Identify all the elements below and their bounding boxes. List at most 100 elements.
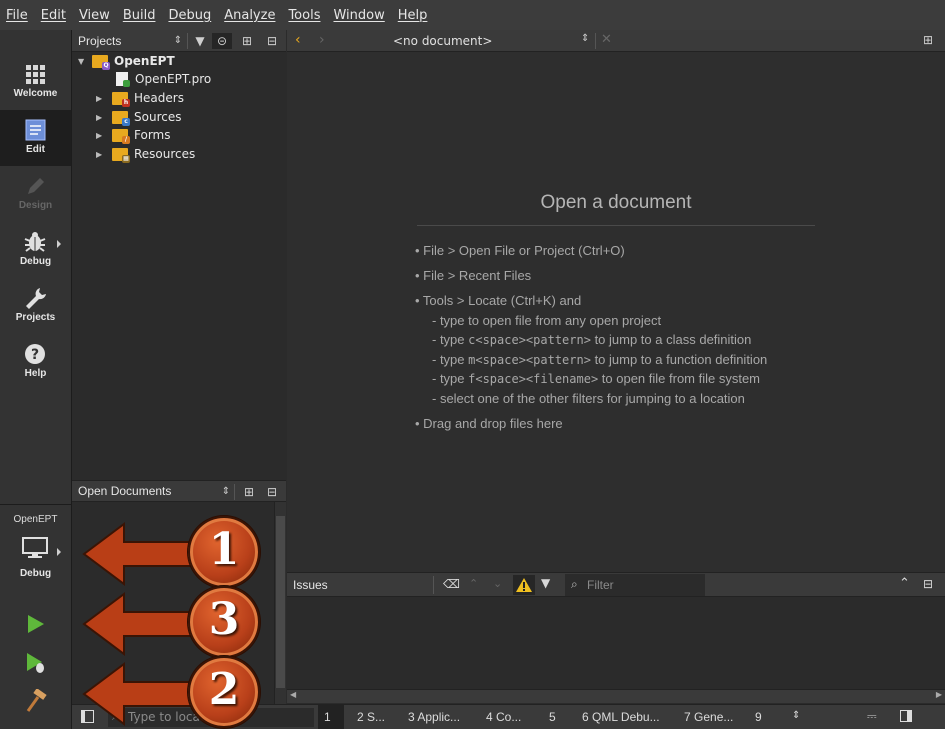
updown-icon[interactable]: ⇕ [581,33,589,44]
issues-list[interactable] [287,597,945,689]
menu-help[interactable]: Help [398,8,428,23]
toggle-right-sidebar-icon[interactable] [900,710,912,722]
output-tab-general[interactable]: 7 Gene... [684,710,733,724]
tree-item[interactable]: ▶ / Forms [96,126,170,144]
hammer-icon[interactable] [24,689,48,713]
split-icon[interactable]: ⊞ [923,33,933,47]
close-pane-icon[interactable]: ⊟ [923,577,933,591]
mode-projects[interactable]: Projects [0,278,71,334]
tip-filters: - select one of the other filters for ju… [432,391,745,406]
output-tab-application[interactable]: 3 Applic... [408,710,460,724]
menu-file[interactable]: File [6,8,28,23]
tree-item[interactable]: ▶ ▦ Resources [96,145,195,163]
welcome-title: Open a document [540,192,692,213]
expand-icon[interactable]: ▶ [96,150,106,159]
output-tab-5[interactable]: 5 [549,710,556,724]
filter-icon[interactable]: ▼ [192,33,208,49]
updown-icon[interactable]: ⇕ [220,484,232,500]
divider [0,504,71,505]
tree-item[interactable]: ▶ h Headers [96,89,184,107]
link-icon[interactable]: ⊝ [212,33,232,49]
callout-badge-3: 3 [188,586,260,658]
tip-locate-open: - type to open file from any open projec… [432,313,662,328]
callout-number: 3 [208,594,240,645]
monitor-icon [22,537,48,558]
progress-details-icon[interactable]: ⎓ [867,709,877,724]
run-icon[interactable] [24,613,46,635]
close-document-icon[interactable]: ✕ [601,32,612,47]
callout-badge-2: 2 [188,656,260,728]
callout-number: 1 [208,524,240,575]
resources-folder-icon: ▦ [112,147,130,163]
mode-help[interactable]: ? Help [0,334,71,390]
menu-window[interactable]: Window [333,8,384,23]
svg-text:?: ? [31,347,39,363]
tree-root[interactable]: ▼ Q OpenEPT [78,52,175,70]
forward-icon[interactable]: › [319,32,325,48]
tip-method: - type m<space><pattern> to jump to a fu… [432,352,767,367]
tree-item-label: Headers [134,91,184,105]
output-tab-search[interactable]: 2 S... [357,710,385,724]
debug-run-icon[interactable] [24,651,48,675]
collapse-icon[interactable]: ▼ [78,57,88,66]
split-icon[interactable]: ⊞ [236,33,258,49]
clean-icon[interactable]: ⌫ [443,577,460,591]
callout-arrow-3 [82,592,197,656]
expand-icon[interactable]: ▶ [96,94,106,103]
mode-debug[interactable]: Debug [0,222,71,278]
updown-icon[interactable]: ⇕ [172,33,184,49]
menu-edit[interactable]: Edit [41,8,66,23]
tip-code: f<space><filename> [468,372,599,386]
mode-welcome[interactable]: Welcome [0,54,71,110]
split-icon[interactable]: ⊞ [238,484,260,500]
close-pane-icon[interactable]: ⊟ [264,33,280,49]
menu-tools[interactable]: Tools [288,8,320,23]
updown-icon[interactable]: ⇕ [792,710,800,721]
maximize-icon[interactable]: ⌃ [899,576,910,591]
menu-view[interactable]: View [79,8,110,23]
tip-class: - type c<space><pattern> to jump to a cl… [432,332,751,347]
menu-analyze[interactable]: Analyze [224,8,275,23]
submenu-arrow-icon [57,548,61,556]
warnings-toggle[interactable] [513,575,535,595]
menu-build[interactable]: Build [123,8,156,23]
tip-text: - type [432,352,469,367]
search-icon: ⌕ [571,577,578,591]
menu-debug[interactable]: Debug [168,8,211,23]
output-tab-compile[interactable]: 4 Co... [486,710,521,724]
annotation-arrows [82,522,197,726]
scroll-left-icon[interactable]: ◀ [290,690,296,699]
output-tab-9[interactable]: 9 [755,710,762,724]
kit-selector[interactable]: Debug [0,528,71,588]
issues-horizontal-scrollbar[interactable]: ◀ ▶ [287,689,945,703]
editor-area[interactable]: Open a document • File > Open File or Pr… [287,52,945,572]
tip-code: m<space><pattern> [468,353,591,367]
pro-file-icon [116,72,130,87]
back-icon[interactable]: ‹ [295,32,301,48]
scroll-right-icon[interactable]: ▶ [936,690,942,699]
next-item-icon[interactable]: ⌄ [493,577,502,590]
tip-text: to open file from file system [598,371,761,386]
expand-icon[interactable]: ▶ [96,113,106,122]
open-documents-scrollbar[interactable] [274,502,286,704]
tree-item[interactable]: ▶ c Sources [96,108,181,126]
mode-label: Welcome [13,88,58,99]
scrollbar-thumb[interactable] [276,516,285,688]
mode-selector: Welcome Edit Design Debug Projects ? Hel… [0,30,72,729]
document-selector[interactable]: <no document> [393,34,492,48]
project-tree: ▼ Q OpenEPT OpenEPT.pro ▶ h Headers ▶ c … [72,52,286,480]
output-tab-issues[interactable]: 1 [324,710,331,724]
issues-filter-input[interactable]: Filter [565,574,705,596]
tree-root-label: OpenEPT [114,54,175,68]
output-tab-qml-debugger[interactable]: 6 QML Debu... [582,710,660,724]
mode-edit[interactable]: Edit [0,110,71,166]
expand-icon[interactable]: ▶ [96,131,106,140]
close-pane-icon[interactable]: ⊟ [264,484,280,500]
mode-design[interactable]: Design [0,166,71,222]
projects-view-selector[interactable]: Projects [72,34,121,48]
prev-item-icon[interactable]: ⌃ [469,577,478,590]
open-documents-selector[interactable]: Open Documents [72,484,171,498]
tree-item[interactable]: OpenEPT.pro [116,70,211,88]
warning-icon [516,578,532,592]
filter-icon[interactable]: ▼ [541,576,550,590]
